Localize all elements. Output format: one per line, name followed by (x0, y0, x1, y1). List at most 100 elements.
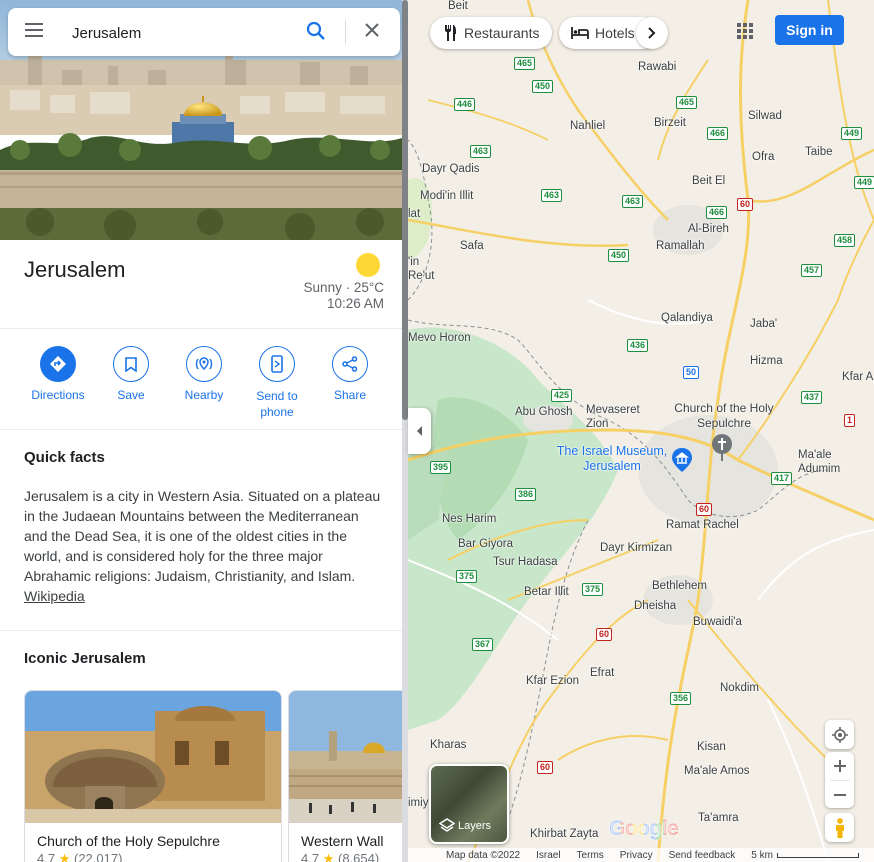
map-label-town[interactable]: Nokdim (720, 682, 759, 694)
country-link[interactable]: Israel (536, 850, 560, 861)
map-label-town[interactable]: Birzeit (654, 117, 686, 129)
route-shield: 60 (737, 198, 754, 211)
map-label-town[interactable]: Ofra (752, 151, 774, 163)
menu-button[interactable] (24, 22, 48, 42)
route-shield: 50 (683, 366, 700, 379)
map-canvas[interactable]: Beit Rawabi Silwad Nahliel Birzeit Ofra … (408, 0, 874, 862)
chips-scroll-right-button[interactable] (636, 17, 668, 49)
map-label-town[interactable]: Dayr Qadis (422, 163, 480, 175)
map-label-town[interactable]: Qalandiya (661, 312, 713, 324)
map-label-town[interactable]: Hizma (750, 355, 783, 367)
zoom-in-button[interactable] (825, 752, 854, 780)
iconic-card-rating-row: 4.7 ★ (22,017) (37, 851, 122, 862)
route-shield: 466 (706, 206, 728, 219)
map-label-town[interactable]: Rawabi (638, 61, 676, 73)
church-marker-icon[interactable] (711, 433, 733, 461)
search-button[interactable] (306, 21, 330, 43)
iconic-card-title: Western Wall (301, 833, 384, 849)
map-label-town[interactable]: Ma'ale Adumim (798, 448, 858, 476)
map-label-town[interactable]: Bethlehem (652, 580, 707, 592)
map-label-town[interactable]: Ta'amra (698, 812, 739, 824)
nearby-button[interactable]: Nearby (171, 346, 237, 402)
iconic-card[interactable]: Western Wall 4.7 ★ (8,654) (288, 690, 402, 862)
zoom-out-button[interactable] (825, 781, 854, 808)
map-label-town[interactable]: Efrat (590, 667, 614, 679)
iconic-card-rating-row: 4.7 ★ (8,654) (301, 851, 379, 862)
scrollbar-thumb[interactable] (402, 0, 408, 420)
layers-button[interactable]: Layers (429, 764, 509, 844)
close-icon (365, 23, 379, 37)
museum-marker-icon[interactable] (672, 448, 692, 472)
clear-search-button[interactable] (364, 22, 384, 42)
map-label-town[interactable]: lat (408, 208, 420, 220)
save-button[interactable]: Save (98, 346, 164, 402)
map-label-town[interactable]: Khirbat Zayta (530, 828, 598, 840)
map-label-museum[interactable]: The Israel Museum, Jerusalem (542, 444, 682, 474)
map-label-town[interactable]: Abu Ghosh (515, 406, 573, 418)
map-label-town[interactable]: Tsur Hadasa (493, 556, 558, 568)
privacy-link[interactable]: Privacy (620, 850, 653, 861)
map-label-town[interactable]: Buwaidi'a (693, 616, 742, 628)
map-label-town[interactable]: 'in (408, 256, 419, 268)
plus-icon (833, 760, 846, 772)
restaurant-icon (445, 25, 456, 41)
iconic-heading: Iconic Jerusalem (24, 650, 146, 667)
send-feedback-link[interactable]: Send feedback (669, 850, 736, 861)
map-label-town[interactable]: Mevo Horon (408, 332, 471, 344)
iconic-card-title: Church of the Holy Sepulchre (37, 833, 220, 849)
route-shield: 375 (582, 583, 604, 596)
map-label-town[interactable]: Ramallah (656, 240, 705, 252)
route-shield: 375 (456, 570, 478, 583)
share-button[interactable]: Share (317, 346, 383, 402)
map-label-town[interactable]: Dheisha (634, 600, 676, 612)
google-logo-text: Google (609, 817, 679, 840)
map-label-town[interactable]: Bar Giyora (458, 538, 513, 550)
scale-label[interactable]: 5 km (751, 850, 773, 861)
map-label-town[interactable]: Taibe (805, 146, 833, 158)
apps-grid-icon (737, 23, 753, 39)
search-input[interactable] (70, 20, 294, 46)
directions-label: Directions (31, 388, 85, 402)
caret-left-icon (416, 426, 422, 436)
route-shield: 465 (676, 96, 698, 109)
street-view-pegman-button[interactable] (825, 813, 854, 842)
weather-time: 10:26 AM (326, 296, 384, 311)
map-label-town[interactable]: Kfar Ezion (526, 675, 579, 687)
map-label-town[interactable]: Modi'in Illit (420, 190, 473, 202)
map-label-town[interactable]: Dayr Kirmizan (600, 542, 672, 554)
iconic-card-rating: 4.7 (301, 851, 320, 862)
route-shield: 356 (670, 692, 692, 705)
sunny-weather-icon (356, 253, 380, 277)
my-location-button[interactable] (825, 720, 854, 749)
map-label-town[interactable]: Kfar A (842, 371, 873, 383)
map-label-town[interactable]: Mevaseret Zion (586, 403, 650, 431)
map-label-town[interactable]: Kharas (430, 739, 466, 751)
iconic-card[interactable]: Church of the Holy Sepulchre 4.7 ★ (22,0… (24, 690, 282, 862)
map-label-town[interactable]: Ramat Rachel (666, 519, 739, 531)
map-label-town[interactable]: Safa (460, 240, 484, 252)
iconic-card-reviews: (8,654) (337, 851, 380, 862)
map-label-town[interactable]: Ma'ale Amos (684, 765, 749, 777)
map-label-town[interactable]: Al-Bireh (688, 223, 729, 235)
map-label-town[interactable]: Kisan (697, 741, 726, 753)
map-label-town[interactable]: Nes Harim (442, 513, 496, 525)
google-apps-button[interactable] (733, 19, 757, 43)
send-to-phone-button[interactable]: Send to phone (244, 346, 310, 420)
route-shield: 1 (844, 414, 856, 427)
collapse-panel-button[interactable] (408, 408, 431, 454)
bookmark-icon (113, 346, 149, 382)
map-label-town[interactable]: Beit (448, 0, 468, 12)
map-label-town[interactable]: Nahliel (570, 120, 605, 132)
wikipedia-link[interactable]: Wikipedia (24, 588, 85, 604)
directions-button[interactable]: Directions (25, 346, 91, 402)
map-label-poi[interactable]: Church of the Holy Sepulchre (674, 401, 774, 431)
map-label-town[interactable]: Re'ut (408, 270, 435, 282)
map-label-town[interactable]: Betar Illit (524, 586, 569, 598)
map-label-town[interactable]: Beit El (692, 175, 725, 187)
place-title: Jerusalem (24, 257, 126, 282)
terms-link[interactable]: Terms (577, 850, 604, 861)
map-label-town[interactable]: Silwad (748, 110, 782, 122)
sign-in-button[interactable]: Sign in (775, 15, 844, 45)
map-label-town[interactable]: Jaba' (750, 318, 777, 330)
restaurants-chip[interactable]: Restaurants (430, 17, 552, 49)
